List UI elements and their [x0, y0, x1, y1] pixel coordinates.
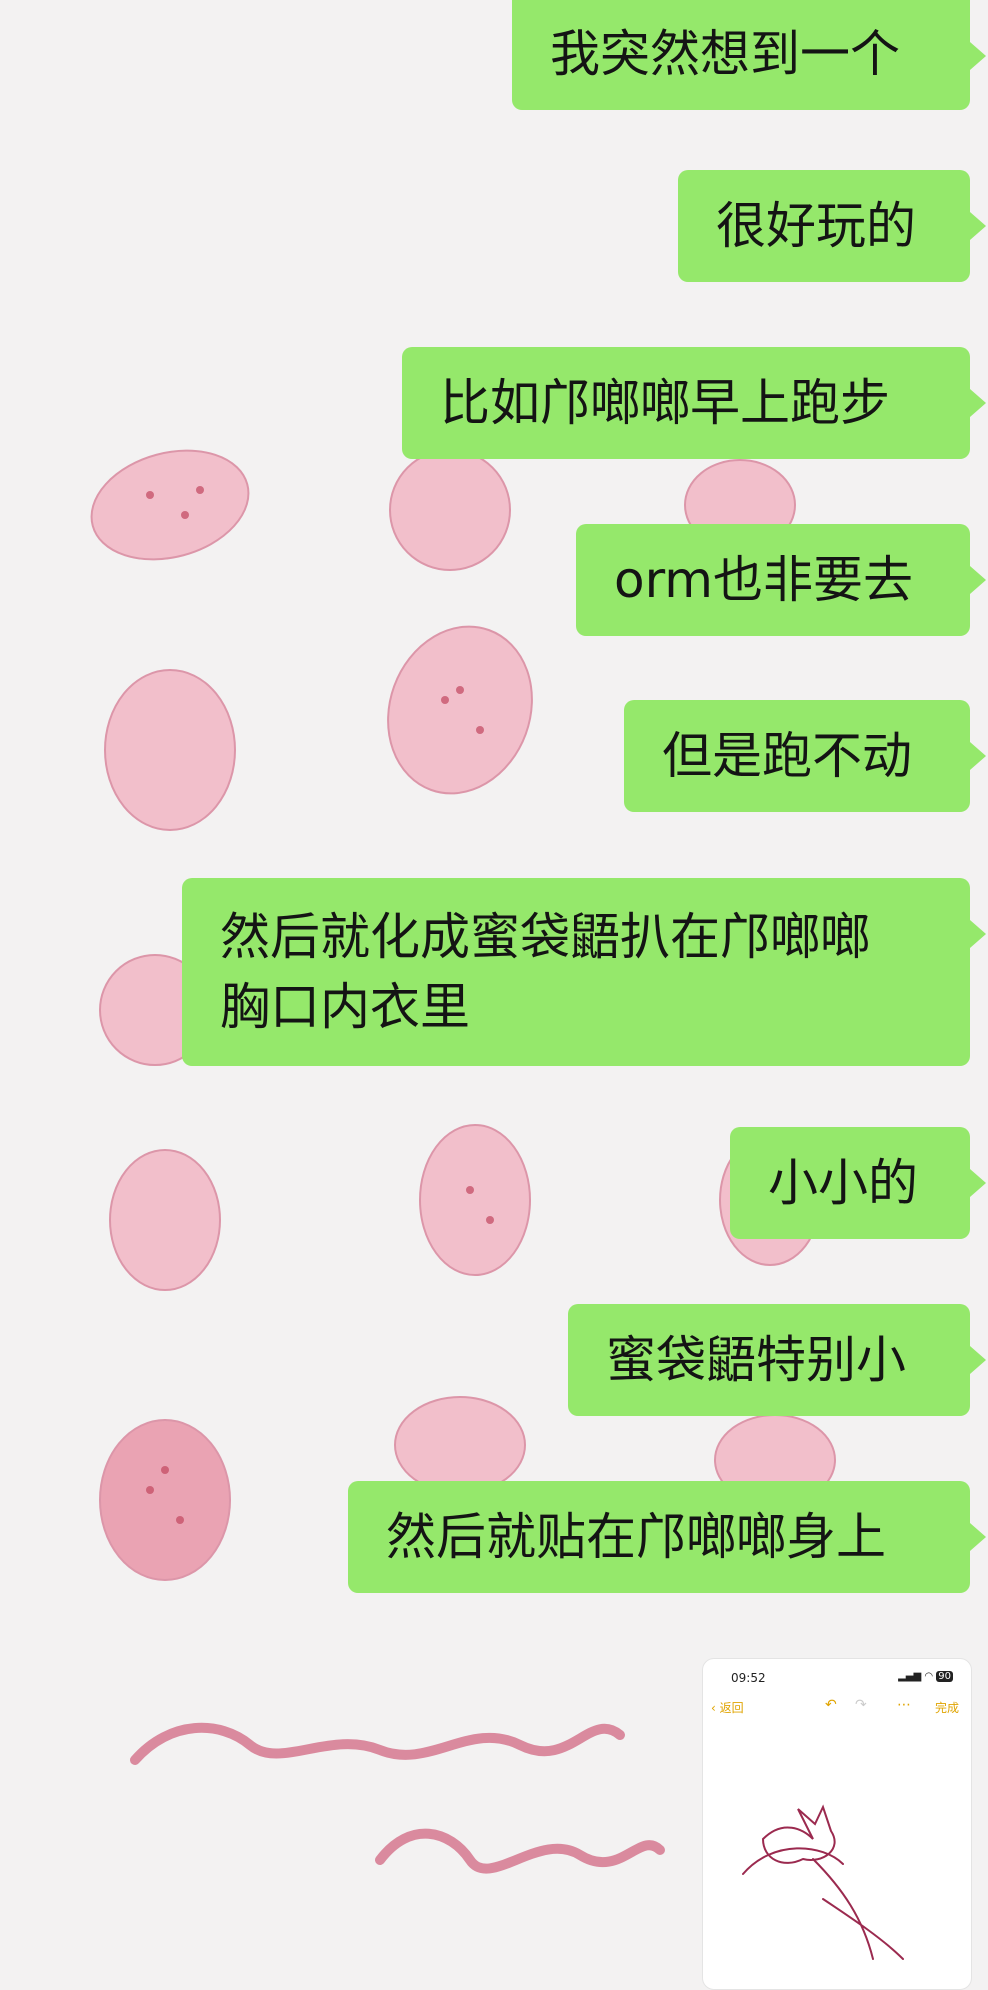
- message-text: 蜜袋鼯特别小: [606, 1331, 906, 1389]
- strawberry-icon: [109, 1149, 221, 1291]
- message-text: 然后就贴在邝啷啷身上: [386, 1508, 886, 1566]
- message-bubble[interactable]: 比如邝啷啷早上跑步: [402, 347, 986, 459]
- sketch-drawing: [742, 1804, 904, 1960]
- message-text: 我突然想到一个: [550, 25, 900, 83]
- message-text: 胸口内衣里: [220, 978, 470, 1036]
- message-bubble[interactable]: orm也非要去: [576, 524, 986, 636]
- strawberry-icon: [394, 1396, 526, 1494]
- message-text: orm也非要去: [614, 551, 913, 609]
- message-text: 比如邝啷啷早上跑步: [440, 374, 890, 432]
- strawberry-icon: [104, 669, 236, 831]
- message-text: 然后就化成蜜袋鼯扒在邝啷啷: [220, 908, 870, 966]
- message-bubble[interactable]: 蜜袋鼯特别小: [568, 1304, 986, 1416]
- strawberry-icon: [419, 1124, 531, 1276]
- message-bubble[interactable]: 很好玩的: [678, 170, 986, 282]
- strawberry-fields-lettering: [130, 1722, 665, 1874]
- strawberry-icon: [389, 449, 511, 571]
- message-text: 小小的: [768, 1154, 918, 1212]
- message-text: 但是跑不动: [662, 727, 912, 785]
- strawberry-icon: [90, 449, 250, 561]
- strawberry-icon: [387, 625, 533, 795]
- message-bubble[interactable]: 我突然想到一个: [512, 0, 986, 110]
- message-text: 很好玩的: [716, 197, 916, 255]
- message-bubble[interactable]: 然后就贴在邝啷啷身上: [348, 1481, 986, 1593]
- message-bubble[interactable]: 然后就化成蜜袋鼯扒在邝啷啷 胸口内衣里: [182, 878, 986, 1066]
- message-bubble[interactable]: 小小的: [730, 1127, 986, 1239]
- message-bubble[interactable]: 但是跑不动: [624, 700, 986, 812]
- strawberry-icon: [99, 1419, 231, 1581]
- image-message[interactable]: 09:52 ▂▄▆ ◠ 90 ‹ 返回 ↶ ↷ ⋯ 完成: [702, 1658, 972, 1990]
